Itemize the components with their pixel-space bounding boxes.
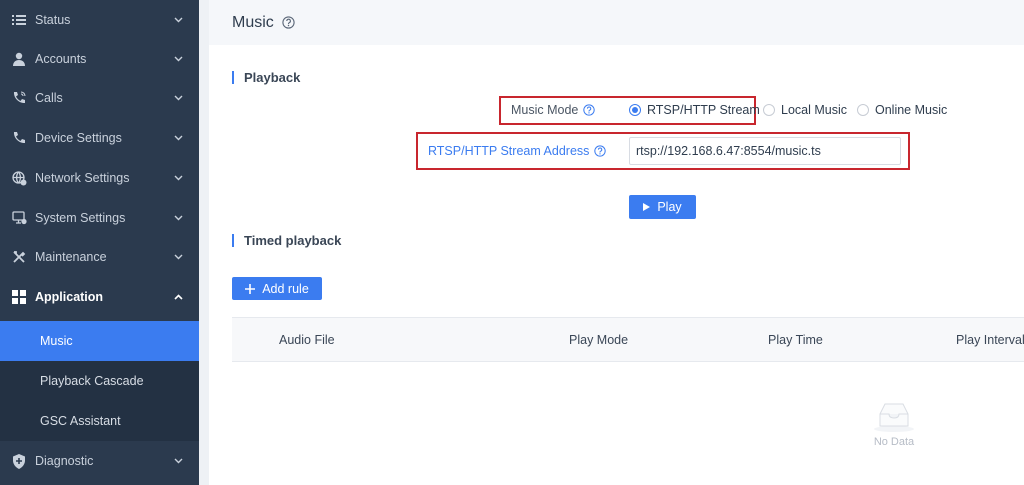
help-icon[interactable] [583, 104, 596, 116]
chevron-down-icon [171, 135, 185, 141]
radio-local-music[interactable]: Local Music [763, 101, 847, 119]
sidebar-item-diagnostic[interactable]: Diagnostic [0, 441, 199, 481]
add-rule-button[interactable]: Add rule [232, 277, 322, 300]
help-icon[interactable] [282, 16, 295, 29]
sidebar-subitem-label: Playback Cascade [40, 374, 144, 388]
sidebar-item-system-settings[interactable]: System Settings [0, 198, 199, 238]
radio-dot [629, 104, 641, 116]
radio-dot [857, 104, 869, 116]
music-mode-label-text: Music Mode [511, 103, 579, 117]
sidebar-item-label: Network Settings [35, 171, 130, 185]
chevron-down-icon [171, 254, 185, 260]
no-data-text: No Data [873, 436, 915, 448]
column-header-play-time[interactable]: Play Time [768, 333, 823, 347]
empty-state: No Data [869, 400, 919, 448]
page-title: Music [232, 13, 274, 31]
play-button[interactable]: Play [629, 195, 696, 219]
sidebar-item-label: System Settings [35, 211, 126, 225]
grid-icon [10, 288, 28, 306]
play-icon [643, 203, 651, 211]
sidebar-item-label: Diagnostic [35, 454, 94, 468]
chevron-up-icon [171, 294, 185, 300]
music-mode-label: Music Mode [511, 101, 596, 119]
sidebar-item-application[interactable]: Application [0, 277, 199, 317]
radio-label: Online Music [875, 103, 948, 117]
phone-icon [10, 129, 28, 147]
chevron-down-icon [171, 95, 185, 101]
list-icon [10, 11, 28, 29]
radio-label: RTSP/HTTP Stream [647, 103, 760, 117]
sidebar-item-label: Calls [35, 91, 63, 105]
sidebar-subitem-label: GSC Assistant [40, 414, 121, 428]
content-panel: Playback Music Mode RTSP/HTTP Stream Loc… [209, 45, 1024, 485]
stream-address-input[interactable] [629, 137, 901, 165]
sidebar-item-label: Maintenance [35, 250, 107, 264]
chevron-down-icon [171, 17, 185, 23]
column-header-play-interval[interactable]: Play Interval [956, 333, 1024, 347]
shield-icon [10, 452, 28, 470]
stream-address-label-text: RTSP/HTTP Stream Address [428, 144, 590, 158]
main-area: Music Playback Music Mode RTSP/HTTP Stre… [199, 0, 1024, 485]
user-icon [10, 50, 28, 68]
timed-playback-section-title: Timed playback [232, 234, 341, 247]
sidebar-subitem-gsc-assistant[interactable]: GSC Assistant [0, 401, 199, 441]
chevron-down-icon [171, 215, 185, 221]
sidebar-item-status[interactable]: Status [0, 0, 199, 40]
table-header: Audio File Play Mode Play Time Play Inte… [232, 317, 1024, 362]
radio-dot [763, 104, 775, 116]
sidebar-subitem-playback-cascade[interactable]: Playback Cascade [0, 361, 199, 401]
sidebar-item-label: Status [35, 13, 71, 27]
sidebar-item-maintenance[interactable]: Maintenance [0, 237, 199, 277]
plus-icon [245, 283, 256, 294]
monitor-gear-icon [10, 209, 28, 227]
sidebar-item-accounts[interactable]: Accounts [0, 39, 199, 79]
sidebar-item-label: Application [35, 290, 104, 304]
radio-label: Local Music [781, 103, 847, 117]
play-button-label: Play [657, 200, 682, 214]
tools-icon [10, 248, 28, 266]
chevron-down-icon [171, 458, 185, 464]
chevron-down-icon [171, 175, 185, 181]
sidebar-item-label: Device Settings [35, 131, 122, 145]
help-icon[interactable] [594, 145, 607, 157]
globe-gear-icon [10, 169, 28, 187]
sidebar-item-device-settings[interactable]: Device Settings [0, 118, 199, 158]
sidebar-item-calls[interactable]: Calls [0, 78, 199, 118]
page-header: Music [209, 0, 1024, 45]
phone-call-icon [10, 89, 28, 107]
sidebar: Status Accounts Calls Device Settings Ne… [0, 0, 199, 485]
column-header-audio-file[interactable]: Audio File [279, 333, 335, 347]
sidebar-subitem-label: Music [40, 334, 73, 348]
sidebar-subitem-music[interactable]: Music [0, 321, 199, 361]
chevron-down-icon [171, 56, 185, 62]
playback-section-title: Playback [232, 71, 300, 84]
radio-online-music[interactable]: Online Music [857, 101, 947, 119]
add-rule-button-label: Add rule [262, 281, 309, 296]
empty-inbox-icon [874, 403, 914, 432]
column-header-play-mode[interactable]: Play Mode [569, 333, 628, 347]
sidebar-item-label: Accounts [35, 52, 87, 66]
radio-rtsp-http-stream[interactable]: RTSP/HTTP Stream [629, 101, 760, 119]
sidebar-item-network-settings[interactable]: Network Settings [0, 158, 199, 198]
stream-address-label: RTSP/HTTP Stream Address [428, 142, 607, 160]
